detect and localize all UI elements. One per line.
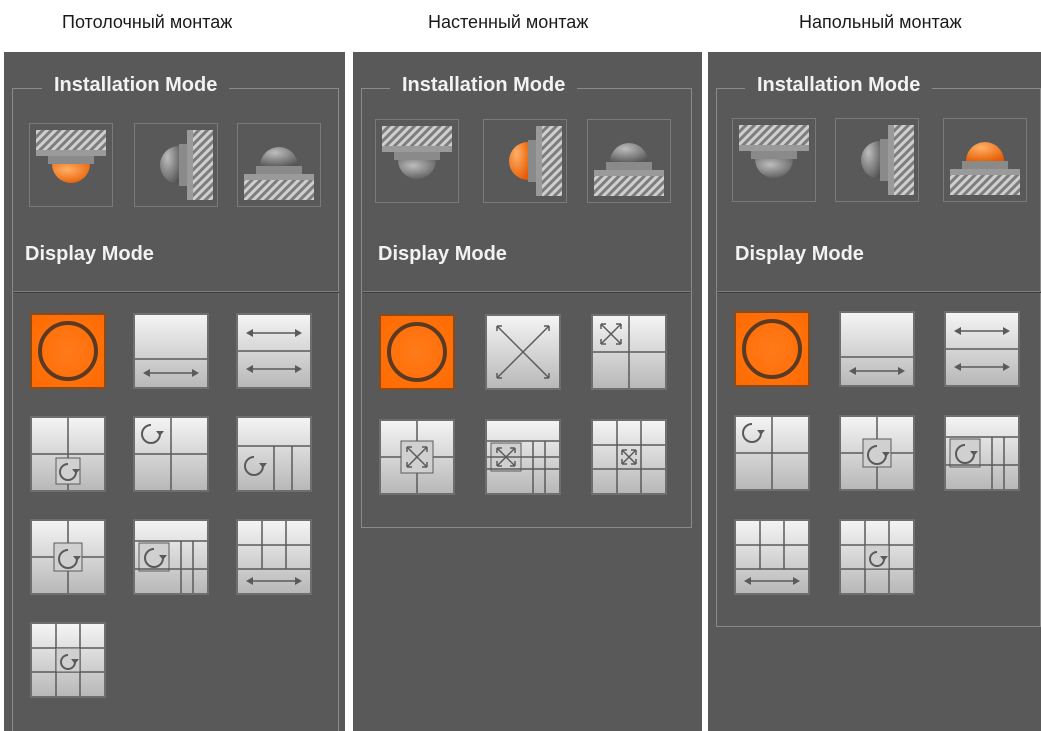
display-original-plus-3-expand-button[interactable]: [591, 314, 667, 390]
display-original-plus-4-ptz-button[interactable]: [30, 519, 106, 595]
panorama-180-icon: [135, 315, 207, 387]
install-wall-button[interactable]: [835, 118, 919, 202]
fisheye-original-icon: [32, 315, 104, 387]
caption-wall-mount: Настенный монтаж: [428, 12, 589, 32]
original-plus-3-expand-icon: [593, 316, 665, 388]
display-panorama-180-button[interactable]: [839, 311, 915, 387]
display-dual-panorama-button[interactable]: [236, 313, 312, 389]
display-mode-label: Display Mode: [735, 243, 864, 265]
installation-mode-label: Installation Mode: [390, 74, 578, 97]
original-plus-4-ptz-icon: [32, 521, 104, 593]
display-panorama-plus-6-ptz-button[interactable]: [236, 519, 312, 595]
wall-mount-icon: [160, 130, 213, 200]
display-fisheye-original-button[interactable]: [379, 314, 455, 390]
section-divider: [14, 291, 339, 293]
display-original-plus-8-ptz-button[interactable]: [30, 622, 106, 698]
original-plus-8-expand-icon: [593, 421, 665, 493]
display-panorama-plus-ptz-button[interactable]: [944, 415, 1020, 491]
display-panorama-plus-6-expand-button[interactable]: [485, 419, 561, 495]
panorama-plus-6-expand-icon: [487, 421, 559, 493]
install-floor-button[interactable]: [237, 123, 321, 207]
original-plus-8-ptz-icon: [32, 624, 104, 696]
display-original-plus-3-ptz-button[interactable]: [133, 416, 209, 492]
install-floor-button[interactable]: [587, 119, 671, 203]
section-divider: [363, 291, 690, 293]
dual-panorama-icon: [946, 313, 1018, 385]
ceiling-mount-icon: [382, 126, 452, 179]
display-original-plus-3-ptz-button[interactable]: [734, 415, 810, 491]
display-panorama-plus-ptz-button[interactable]: [133, 519, 209, 595]
floor-mount-icon: [594, 143, 664, 196]
fisheye-original-icon: [381, 316, 453, 388]
dual-panorama-icon: [238, 315, 310, 387]
panorama-expand-icon: [487, 316, 559, 388]
display-fisheye-original-button[interactable]: [30, 313, 106, 389]
original-plus-4-expand-icon: [381, 421, 453, 493]
install-ceiling-button[interactable]: [732, 118, 816, 202]
display-panorama-expand-button[interactable]: [485, 314, 561, 390]
panorama-180-icon: [841, 313, 913, 385]
install-ceiling-button[interactable]: [29, 123, 113, 207]
original-plus-ptz-icon: [32, 418, 104, 490]
wall-mount-icon: [509, 126, 562, 196]
panorama-plus-6-ptz-icon: [238, 521, 310, 593]
caption-ceiling-mount: Потолочный монтаж: [62, 12, 233, 32]
display-dual-panorama-button[interactable]: [944, 311, 1020, 387]
display-original-plus-4-expand-button[interactable]: [379, 419, 455, 495]
panorama-plus-ptz-icon: [135, 521, 207, 593]
install-wall-button[interactable]: [483, 119, 567, 203]
display-mode-label: Display Mode: [25, 243, 154, 265]
display-original-plus-ptz-button[interactable]: [30, 416, 106, 492]
installation-mode-label: Installation Mode: [745, 74, 933, 97]
caption-floor-mount: Напольный монтаж: [799, 12, 962, 32]
section-divider: [718, 291, 1041, 293]
panorama-plus-6-ptz-icon: [736, 521, 808, 593]
display-original-plus-8-expand-button[interactable]: [591, 419, 667, 495]
original-plus-3-ptz-icon: [135, 418, 207, 490]
install-floor-button[interactable]: [943, 118, 1027, 202]
display-panorama-180-button[interactable]: [133, 313, 209, 389]
original-plus-2-ptz-icon: [238, 418, 310, 490]
floor-mount-icon: [244, 147, 314, 200]
display-panorama-plus-6-ptz-button[interactable]: [734, 519, 810, 595]
ceiling-mount-icon: [739, 125, 809, 178]
display-mode-label: Display Mode: [378, 243, 507, 265]
display-original-plus-8-ptz-button[interactable]: [839, 519, 915, 595]
original-plus-8-ptz-icon: [841, 521, 913, 593]
panorama-plus-ptz-icon: [946, 417, 1018, 489]
install-wall-button[interactable]: [134, 123, 218, 207]
display-original-plus-2-ptz-button[interactable]: [236, 416, 312, 492]
ceiling-mount-icon: [36, 130, 106, 183]
installation-mode-label: Installation Mode: [42, 74, 230, 97]
fisheye-original-icon: [736, 313, 808, 385]
wall-mount-icon: [861, 125, 914, 195]
display-fisheye-original-button[interactable]: [734, 311, 810, 387]
floor-mount-icon: [950, 142, 1020, 195]
original-plus-4-ptz-icon: [841, 417, 913, 489]
display-original-plus-4-ptz-button[interactable]: [839, 415, 915, 491]
install-ceiling-button[interactable]: [375, 119, 459, 203]
original-plus-3-ptz-icon: [736, 417, 808, 489]
